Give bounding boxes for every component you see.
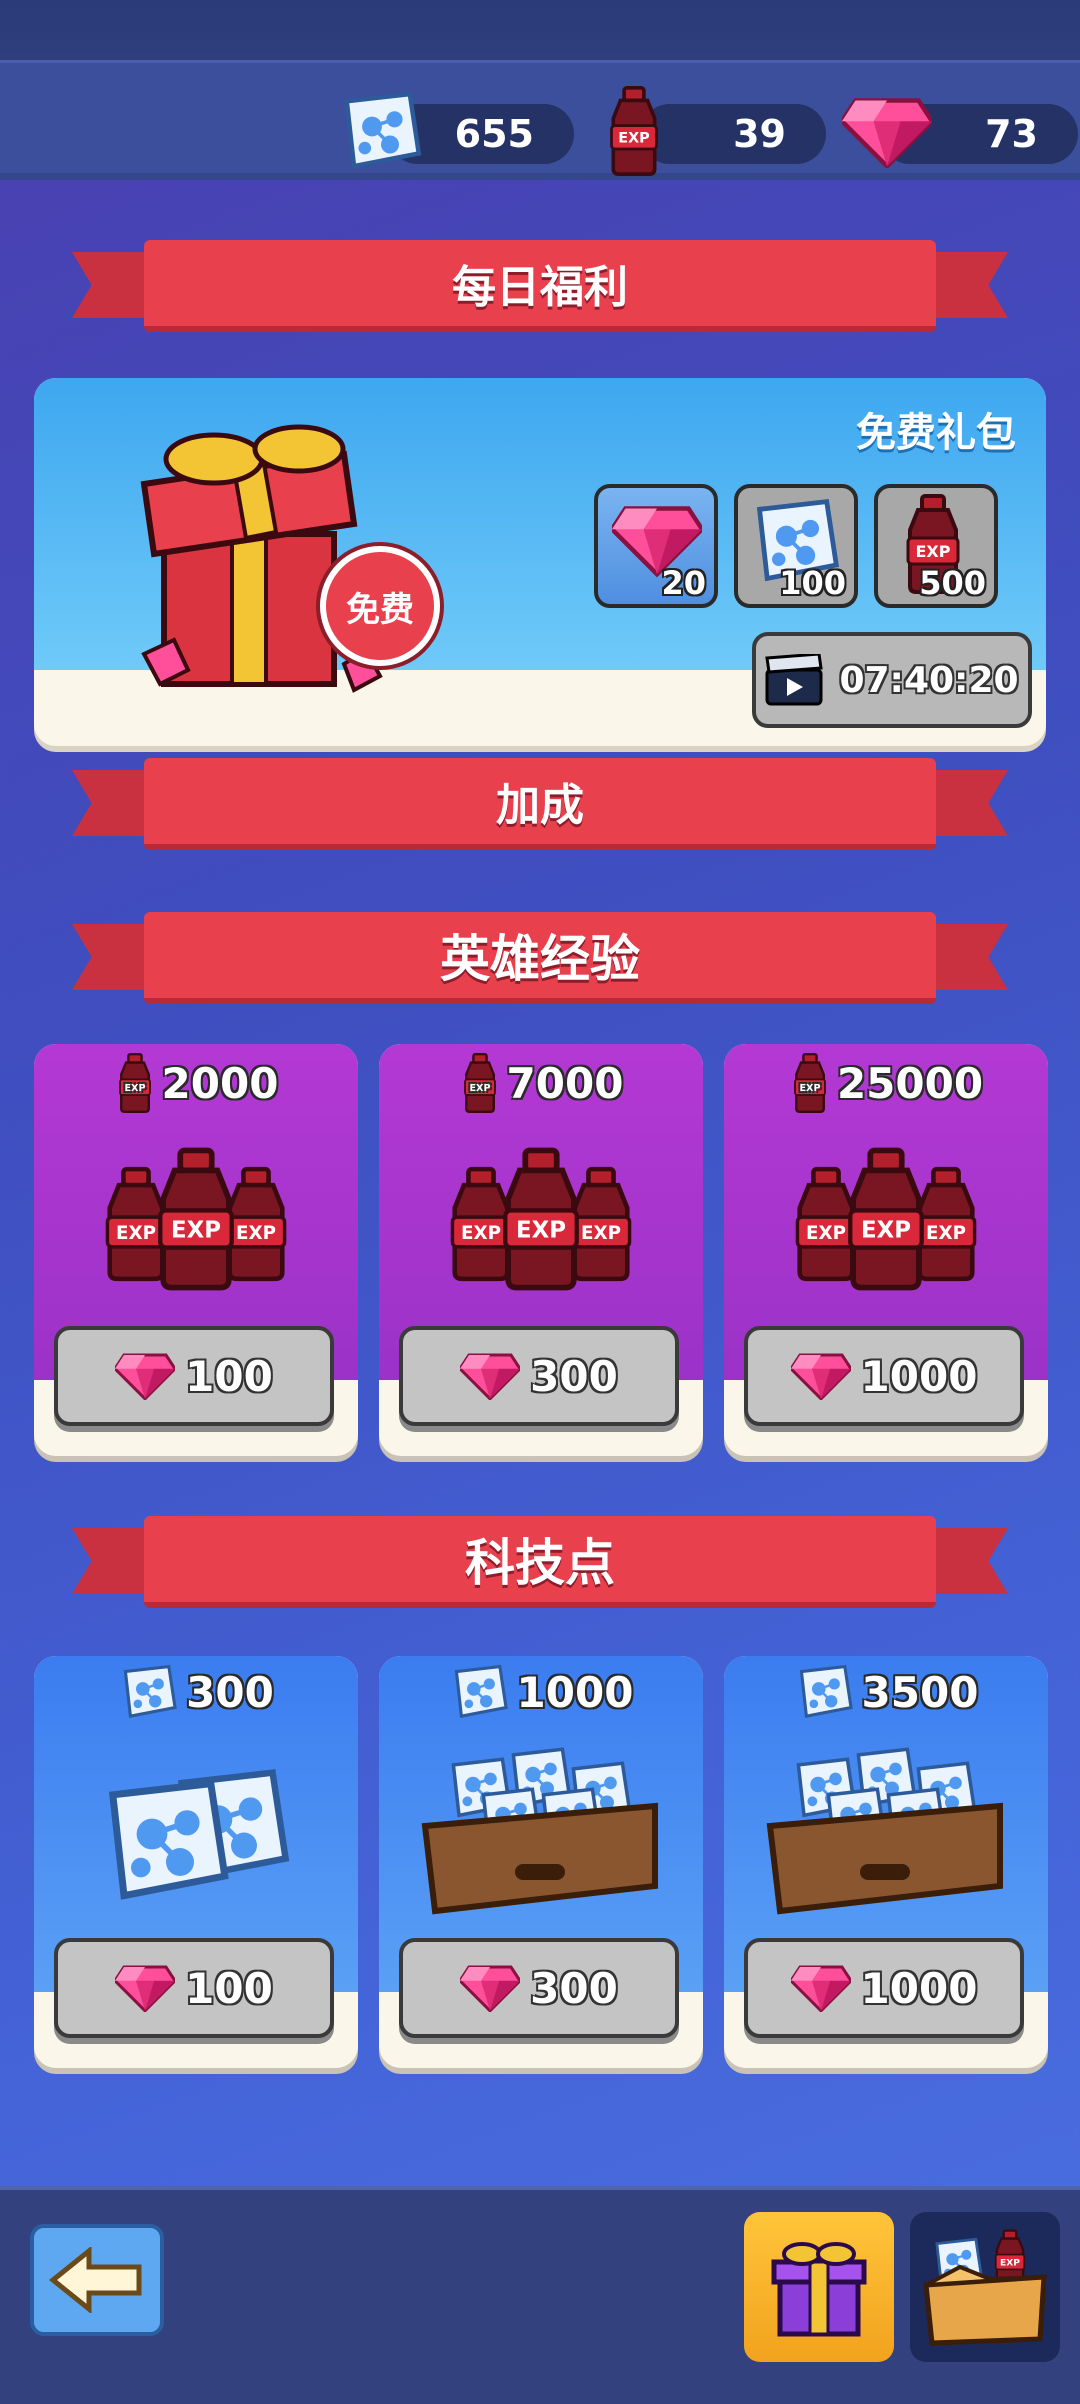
exp-offer-amount: 7000 <box>379 1052 703 1114</box>
gem-icon <box>460 1352 520 1400</box>
tech-papers-icon <box>86 1756 306 1906</box>
daily-free-offer-card[interactable]: 免费礼包 免费 20 100 500 07:40:20 <box>34 378 1046 746</box>
exp-bottle-icon <box>459 1052 501 1114</box>
buy-tech-button-3[interactable]: 1000 <box>744 1938 1024 2038</box>
buy-tech-button-1[interactable]: 100 <box>54 1938 334 2038</box>
bottom-nav-bar <box>0 2186 1080 2404</box>
gem-icon <box>842 96 932 168</box>
exp-offer-card-3[interactable]: 25000 1000 <box>724 1044 1048 1456</box>
tech-section-title: 科技点 <box>144 1516 936 1608</box>
tech-offer-card-3[interactable]: 3500 1000 <box>724 1656 1048 2068</box>
tech-offer-amount: 3500 <box>724 1664 1048 1720</box>
tech-offer-amount-value: 1000 <box>516 1667 634 1717</box>
exp-offer-amount: 2000 <box>34 1052 358 1114</box>
gem-icon <box>115 1964 175 2012</box>
price-label: 300 <box>530 1963 618 2013</box>
tech-point-icon <box>449 1664 511 1720</box>
tech-offer-amount: 1000 <box>379 1664 703 1720</box>
exp-bottles-bundle-icon <box>96 1144 296 1304</box>
free-badge-label: 免费 <box>346 589 414 630</box>
gem-icon <box>115 1352 175 1400</box>
exp-offer-card-1[interactable]: 2000 100 <box>34 1044 358 1456</box>
price-label: 1000 <box>860 1963 978 2013</box>
tech-offer-card-1[interactable]: 300 100 <box>34 1656 358 2068</box>
back-button[interactable] <box>30 2224 164 2336</box>
daily-ribbon: 每日福利 <box>72 240 1008 332</box>
exp-bottles-bundle-icon <box>441 1144 641 1304</box>
free-pack-title: 免费礼包 <box>856 410 1016 456</box>
tech-ribbon: 科技点 <box>72 1516 1008 1608</box>
gem-icon <box>460 1964 520 2012</box>
bonus-section-title: 加成 <box>144 758 936 850</box>
daily-section-title: 每日福利 <box>144 240 936 332</box>
exp-bottles-value: 39 <box>733 112 786 156</box>
tech-offer-amount: 300 <box>34 1664 358 1720</box>
exp-offer-amount-value: 7000 <box>506 1058 624 1108</box>
price-label: 1000 <box>860 1351 978 1401</box>
buy-tech-button-2[interactable]: 300 <box>399 1938 679 2038</box>
gems-value: 73 <box>985 112 1038 156</box>
exp-bottles-bundle-icon <box>786 1144 986 1304</box>
reward-tech-points-amount: 100 <box>779 564 846 602</box>
reward-exp-amount: 500 <box>919 564 986 602</box>
gift-shop-button[interactable] <box>744 2212 894 2362</box>
buy-exp-button-2[interactable]: 300 <box>399 1326 679 1426</box>
price-label: 100 <box>185 1963 273 2013</box>
price-label: 100 <box>185 1351 273 1401</box>
tech-point-icon <box>336 86 426 176</box>
gift-icon <box>771 2242 867 2337</box>
reward-exp: 500 <box>874 484 998 608</box>
exp-offer-amount-value: 2000 <box>161 1058 279 1108</box>
exp-offer-card-2[interactable]: 7000 300 <box>379 1044 703 1456</box>
tech-crate-icon <box>766 1747 1003 1915</box>
exp-offer-amount-value: 25000 <box>836 1058 984 1108</box>
resource-box-icon <box>923 2229 1047 2346</box>
reward-gems-amount: 20 <box>661 564 706 602</box>
exp-bottle-icon <box>114 1052 156 1114</box>
tech-crate-icon <box>421 1747 658 1915</box>
buy-exp-button-1[interactable]: 100 <box>54 1326 334 1426</box>
price-label: 300 <box>530 1351 618 1401</box>
tech-offer-amount-value: 3500 <box>861 1667 979 1717</box>
timer-label: 07:40:20 <box>839 659 1019 701</box>
tech-points-value: 655 <box>454 112 534 156</box>
resource-shop-button[interactable] <box>910 2212 1060 2362</box>
tech-point-icon <box>118 1664 180 1720</box>
exp-offer-amount: 25000 <box>724 1052 1048 1114</box>
buy-exp-button-3[interactable]: 1000 <box>744 1326 1024 1426</box>
tech-point-icon <box>794 1664 856 1720</box>
exp-bottle-icon <box>789 1052 831 1114</box>
bonus-ribbon: 加成 <box>72 758 1008 850</box>
gem-icon <box>791 1352 851 1400</box>
tech-offer-card-2[interactable]: 1000 300 <box>379 1656 703 2068</box>
tech-offer-amount-value: 300 <box>186 1667 274 1717</box>
hero-exp-ribbon: 英雄经验 <box>72 912 1008 1004</box>
exp-bottle-icon <box>596 86 672 176</box>
gem-icon <box>791 1964 851 2012</box>
video-clapper-icon <box>765 654 824 706</box>
reward-tech-points: 100 <box>734 484 858 608</box>
watch-ad-timer-button[interactable]: 07:40:20 <box>752 632 1032 728</box>
free-badge: 免费 <box>320 546 440 666</box>
reward-gems: 20 <box>594 484 718 608</box>
hero-exp-section-title: 英雄经验 <box>144 912 936 1004</box>
back-arrow-icon <box>49 2247 142 2313</box>
